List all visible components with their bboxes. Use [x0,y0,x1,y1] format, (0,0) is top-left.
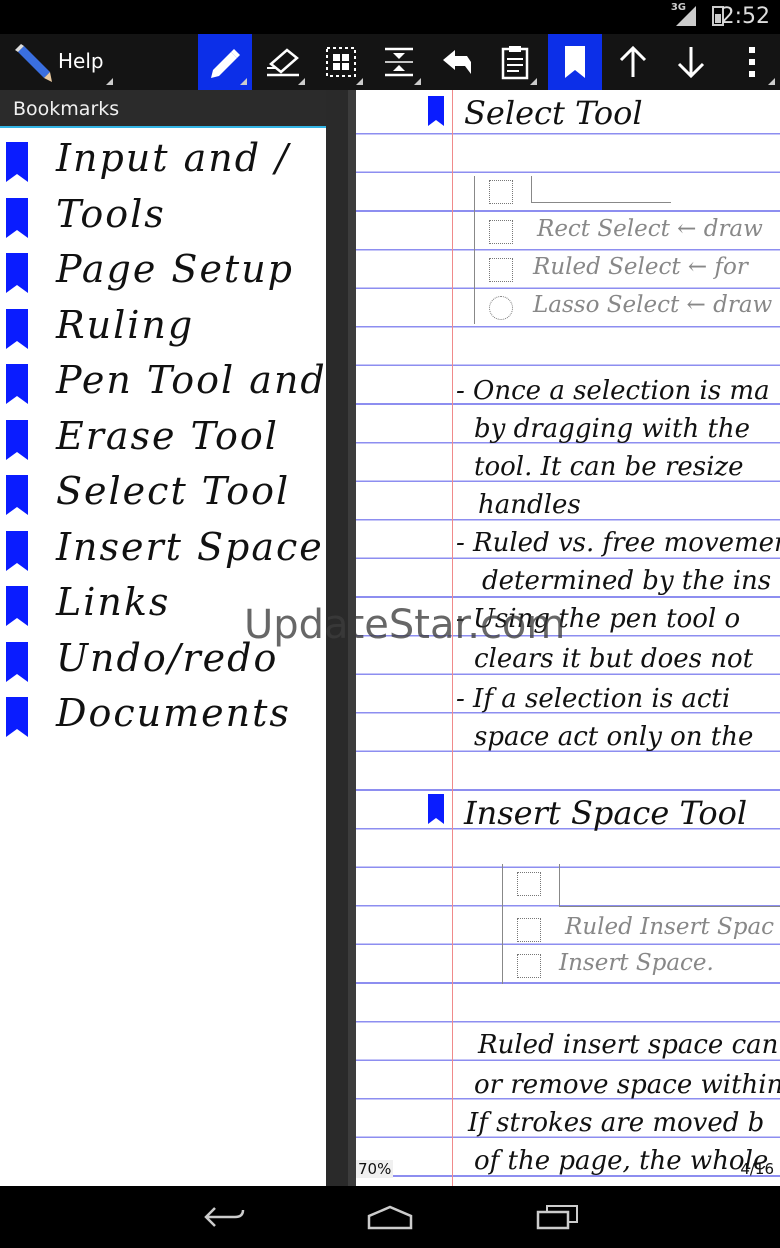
pen-icon [211,49,240,78]
bookmark-flag-icon [6,197,28,238]
section-heading-insert-space: Insert Space Tool [464,794,748,832]
section-heading-select: Select Tool [464,94,643,132]
note-line: of the page, the whole [474,1146,769,1176]
bookmark-flag-icon [6,142,28,182]
app-menu-button[interactable]: Help [0,34,118,90]
bookmark-label: Tools [56,191,166,236]
signal-icon [676,6,696,26]
bookmark-label: Pen Tool and Boo [56,358,326,402]
bookmark-item[interactable]: Insert Space [0,523,326,579]
bookmark-flag-icon [6,697,28,737]
bookmark-item[interactable]: Ruling [0,301,326,357]
insert-option-ruled: Ruled Insert Spac [565,914,775,940]
watermark: UpdateStar.com [244,602,566,648]
bookmark-button[interactable] [548,34,602,90]
bookmark-flag-icon [6,253,28,293]
insert-space-tool-button[interactable] [372,34,426,90]
select-tool-sketch: Rect Select ← draw Ruled Select ← for La… [474,176,780,324]
select-icon-sketch [489,180,513,204]
ruled-select-icon [489,258,513,282]
recents-icon [536,1205,578,1230]
insert-space-icon-sketch [517,872,541,896]
note-line: Ruled insert space can [478,1030,779,1060]
note-line: or remove space within [474,1070,780,1100]
eraser-tool-button[interactable] [256,34,310,90]
app-logo-icon [15,44,52,82]
note-line: determined by the ins [482,566,772,596]
bookmark-item[interactable]: Pen Tool and Boo [0,356,326,412]
note-line: If strokes are moved b [468,1108,765,1138]
home-button[interactable] [355,1200,425,1234]
bookmark-flag-icon [6,419,28,460]
bookmark-label: Input and / [56,136,290,180]
insert-space-sketch: Ruled Insert Spac Insert Space. [502,864,780,984]
lasso-select-icon [489,296,513,320]
overflow-menu-button[interactable] [724,34,780,90]
bookmark-item[interactable]: Documents [0,689,326,745]
app-title: Help [58,49,104,73]
bookmark-flag-icon [6,364,28,404]
select-tool-button[interactable] [314,34,368,90]
bookmark-label: Erase Tool [56,413,279,458]
page-number: 4/16 [740,1160,774,1178]
note-line: by dragging with the [474,414,751,444]
bookmark-flag-icon [6,308,28,349]
toolbar: Help [0,34,780,90]
bookmark-item[interactable]: Page Setup [0,245,326,301]
select-option-ruled: Ruled Select ← for [533,254,748,280]
bookmark-label: Insert Space [56,524,324,569]
overflow-menu-icon [749,47,755,77]
clipboard-button[interactable] [488,34,542,90]
eraser-icon [267,48,299,77]
zoom-level: 70% [356,1160,394,1178]
note-line: clears it but does not [474,644,754,674]
next-page-button[interactable] [664,34,718,90]
rect-select-icon [489,220,513,244]
bookmark-flag-icon [6,530,28,571]
bookmark-item[interactable]: Tools [0,190,326,246]
insert-option-plain: Insert Space. [559,950,714,976]
back-button[interactable] [190,1200,260,1234]
bookmark-icon [565,46,585,78]
arrow-down-icon [677,47,705,79]
insert-space-icon [385,47,413,77]
status-bar: 3G 2:52 [0,0,780,34]
previous-page-button[interactable] [606,34,660,90]
bookmark-item[interactable]: Select Tool [0,467,326,523]
bookmarks-header: Bookmarks [0,90,326,128]
bookmark-label: Select Tool [56,469,291,513]
navigation-bar [0,1186,780,1248]
ruled-insert-space-icon [517,918,541,942]
bookmark-label: Links [56,580,171,624]
bookmark-flag-icon [6,475,28,515]
bookmark-flag-icon [428,794,444,824]
bookmark-item[interactable]: Erase Tool [0,412,326,468]
note-line: handles [478,490,581,520]
note-line: - Once a selection is ma [456,376,770,406]
recents-button[interactable] [522,1200,592,1234]
bookmark-flag-icon [6,641,28,682]
note-line: - Ruled vs. free movement [456,528,780,558]
note-line: tool. It can be resize [474,452,744,482]
arrow-up-icon [619,45,647,77]
bookmark-flag-icon [428,96,444,126]
select-icon [326,47,356,77]
back-icon [204,1207,245,1227]
bookmark-label: Ruling [56,302,195,347]
bookmark-flag-icon [6,586,28,626]
clipboard-icon [501,46,529,80]
clock: 2:52 [720,4,770,29]
bookmark-label: Page Setup [56,247,294,291]
undo-button[interactable] [430,34,484,90]
undo-icon [443,50,471,74]
insert-space-plain-icon [517,954,541,978]
note-line: space act only on the [474,722,754,752]
select-option-rect: Rect Select ← draw [537,216,763,242]
bookmark-label: Documents [56,691,291,735]
home-icon [367,1205,413,1230]
bookmark-item[interactable]: Input and / [0,134,326,190]
select-option-lasso: Lasso Select ← draw [533,292,773,318]
note-line: - If a selection is acti [456,684,731,714]
pen-tool-button[interactable] [198,34,252,90]
